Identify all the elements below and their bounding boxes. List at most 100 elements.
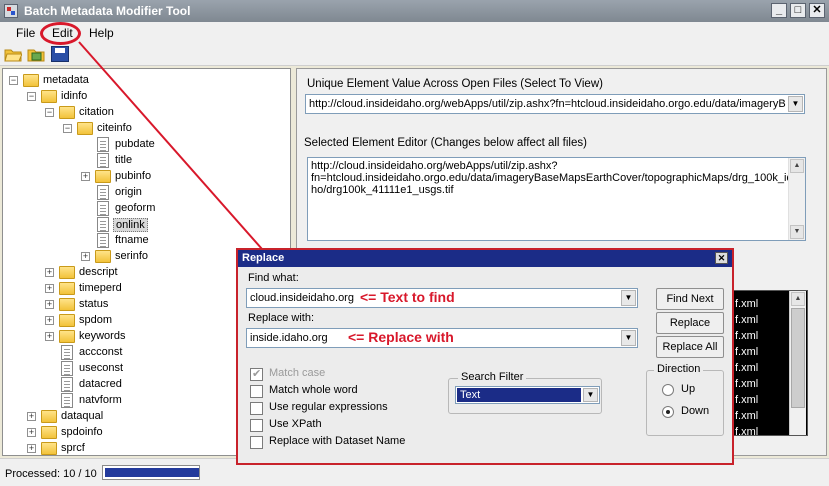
- search-filter-value: Text: [457, 388, 581, 402]
- editor-scrollbar[interactable]: ▲ ▼: [788, 158, 805, 240]
- option-checkbox[interactable]: [250, 402, 263, 415]
- tree-node-label: metadata: [43, 74, 89, 86]
- collapse-icon[interactable]: −: [45, 108, 54, 117]
- list-item[interactable]: f.xml: [735, 362, 758, 374]
- menu-help[interactable]: Help: [89, 26, 114, 40]
- option-label: Use XPath: [269, 418, 322, 430]
- chevron-down-icon[interactable]: ▼: [583, 388, 598, 402]
- tree-node[interactable]: + pubinfo: [3, 169, 288, 185]
- folder-icon: [59, 282, 75, 295]
- collapse-icon[interactable]: −: [27, 92, 36, 101]
- expand-icon[interactable]: +: [27, 444, 36, 453]
- list-item[interactable]: f.xml: [735, 314, 758, 326]
- option-checkbox[interactable]: [250, 385, 263, 398]
- option-label: Replace with Dataset Name: [269, 435, 406, 447]
- list-item[interactable]: f.xml: [735, 346, 758, 358]
- list-item[interactable]: f.xml: [735, 378, 758, 390]
- dialog-title-bar: Replace ✕: [238, 250, 732, 267]
- unique-values-label: Unique Element Value Across Open Files (…: [307, 78, 603, 90]
- tree-node[interactable]: ftname: [3, 233, 288, 249]
- folder-open-icon[interactable]: [4, 46, 23, 62]
- element-editor-textarea[interactable]: http://cloud.insideidaho.org/webApps/uti…: [307, 157, 806, 241]
- processed-status: Processed: 10 / 10: [5, 468, 97, 480]
- tree-node-label: dataqual: [61, 410, 104, 422]
- tree-node[interactable]: − citation: [3, 105, 288, 121]
- direction-up-radio[interactable]: [662, 384, 674, 396]
- option-checkbox[interactable]: [250, 367, 263, 381]
- list-item[interactable]: f.xml: [735, 410, 758, 422]
- tree-node-label: citeinfo: [97, 122, 132, 134]
- tree-node[interactable]: − idinfo: [3, 89, 288, 105]
- tree-node[interactable]: onlink: [3, 217, 288, 233]
- save-icon[interactable]: [51, 46, 69, 62]
- tree-node-label: timeperd: [79, 282, 122, 294]
- folder-icon: [59, 106, 75, 119]
- replace-annotation: <= Replace with: [348, 329, 454, 345]
- tree-node[interactable]: pubdate: [3, 137, 288, 153]
- tree-node-label: spdom: [79, 314, 113, 326]
- expand-icon[interactable]: +: [45, 284, 54, 293]
- direction-down-radio[interactable]: [662, 406, 674, 418]
- option-checkbox[interactable]: [250, 419, 263, 432]
- document-icon: [61, 361, 73, 376]
- tree-node[interactable]: title: [3, 153, 288, 169]
- close-button[interactable]: ✕: [809, 3, 825, 18]
- document-icon: [97, 185, 109, 200]
- progress-bar: [102, 465, 200, 480]
- replace-all-button[interactable]: Replace All: [656, 336, 724, 358]
- expand-icon[interactable]: +: [81, 252, 90, 261]
- direction-title: Direction: [654, 363, 704, 375]
- expand-icon[interactable]: +: [45, 300, 54, 309]
- tree-node-label: origin: [115, 186, 142, 198]
- chevron-down-icon[interactable]: ▼: [621, 330, 636, 346]
- folder-image-icon[interactable]: [27, 46, 45, 62]
- folder-icon: [41, 410, 57, 423]
- folder-icon: [59, 330, 75, 343]
- tree-node[interactable]: − citeinfo: [3, 121, 288, 137]
- scroll-thumb[interactable]: [791, 308, 805, 408]
- menu-file[interactable]: File: [16, 26, 35, 40]
- editor-line: fn=htcloud.insideidaho.orgo.edu/data/ima…: [311, 172, 799, 184]
- tree-node-label: serinfo: [115, 250, 149, 262]
- chevron-down-icon[interactable]: ▼: [788, 96, 803, 112]
- find-label: Find what:: [248, 272, 299, 284]
- scroll-up-icon[interactable]: ▲: [790, 159, 804, 173]
- chevron-down-icon[interactable]: ▼: [621, 290, 636, 306]
- tree-node-label: pubinfo: [115, 170, 152, 182]
- expand-icon[interactable]: +: [27, 412, 36, 421]
- tree-node-label: title: [115, 154, 133, 166]
- expand-icon[interactable]: +: [45, 332, 54, 341]
- list-item[interactable]: f.xml: [735, 298, 758, 310]
- app-icon: [4, 4, 18, 18]
- search-filter-select[interactable]: Text ▼: [455, 386, 600, 404]
- scroll-down-icon[interactable]: ▼: [790, 225, 804, 239]
- list-item[interactable]: f.xml: [735, 426, 758, 435]
- option-label: Match case: [269, 367, 326, 379]
- find-next-button[interactable]: Find Next: [656, 288, 724, 310]
- expand-icon[interactable]: +: [81, 172, 90, 181]
- expand-icon[interactable]: +: [45, 316, 54, 325]
- direction-up-label: Up: [681, 383, 696, 395]
- collapse-icon[interactable]: −: [9, 76, 18, 85]
- list-item[interactable]: f.xml: [735, 394, 758, 406]
- maximize-button[interactable]: □: [790, 3, 806, 18]
- close-icon[interactable]: ✕: [715, 252, 728, 264]
- list-item[interactable]: f.xml: [735, 330, 758, 342]
- minimize-button[interactable]: _: [771, 3, 787, 18]
- expand-icon[interactable]: +: [45, 268, 54, 277]
- option-checkbox[interactable]: [250, 436, 263, 449]
- unique-values-dropdown[interactable]: http://cloud.insideidaho.org/webApps/uti…: [305, 94, 805, 114]
- results-scrollbar[interactable]: ▲: [789, 291, 806, 435]
- tree-node-label: pubdate: [115, 138, 155, 150]
- tree-node[interactable]: − metadata: [3, 73, 288, 89]
- tree-node[interactable]: geoform: [3, 201, 288, 217]
- tree-node[interactable]: origin: [3, 185, 288, 201]
- collapse-icon[interactable]: −: [63, 124, 72, 133]
- folder-icon: [41, 442, 57, 455]
- document-icon: [61, 377, 73, 392]
- expand-icon[interactable]: +: [27, 428, 36, 437]
- replace-button[interactable]: Replace: [656, 312, 724, 334]
- folder-icon: [59, 314, 75, 327]
- scroll-up-icon[interactable]: ▲: [791, 292, 805, 306]
- tree-node-label: geoform: [115, 202, 156, 214]
